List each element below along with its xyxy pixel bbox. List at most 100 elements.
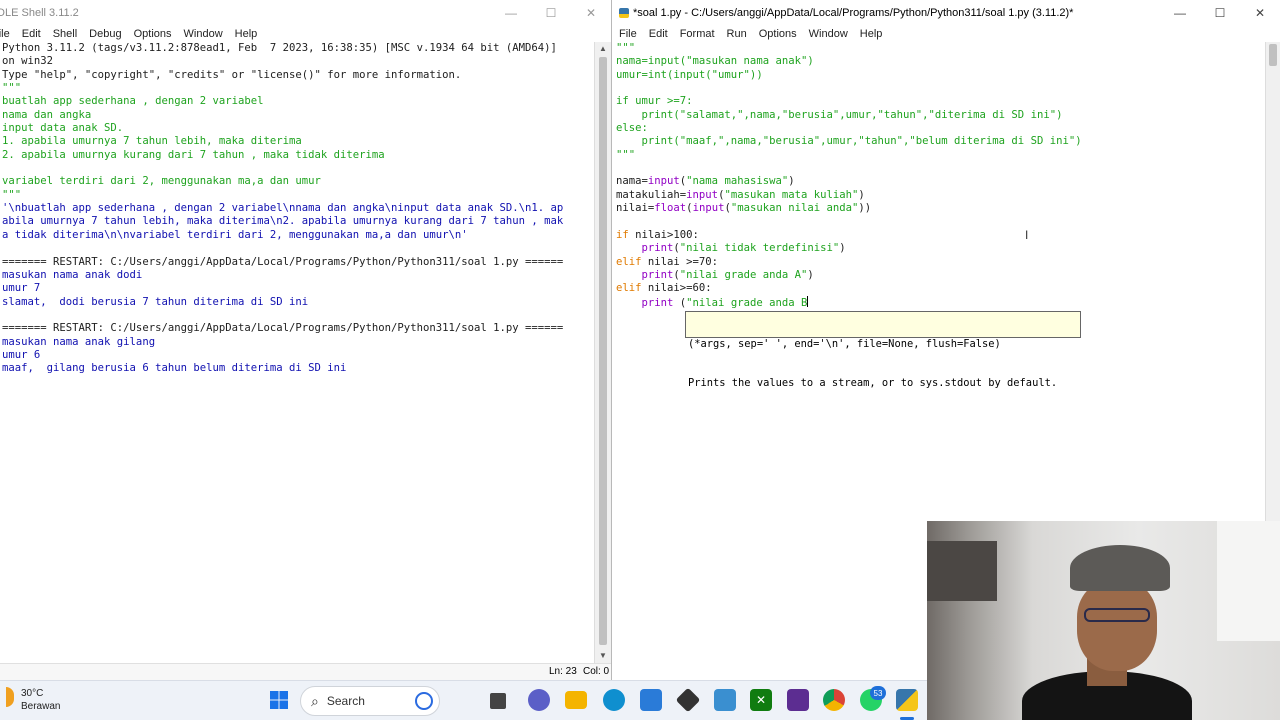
shell-title-bar[interactable]: IDLE Shell 3.11.2 — ☐ ✕ (0, 0, 611, 25)
shell-line: ======= RESTART: C:/Users/anggi/AppData/… (2, 255, 564, 268)
python-idle-icon[interactable] (896, 689, 918, 711)
code-line: """ (616, 42, 1082, 55)
code-token: nama= (616, 175, 648, 188)
windows-start-icon[interactable] (268, 689, 290, 711)
xbox-icon[interactable]: ✕ (750, 689, 772, 711)
weather-description: Berawan (21, 701, 61, 712)
shell-scrollbar[interactable]: ▲ ▼ (594, 42, 611, 663)
taskbar: 30°C Berawan ⌕ Search ✕ 53 (0, 680, 927, 720)
maximize-icon[interactable]: ☐ (1200, 0, 1240, 25)
code-token: "nama mahasiswa" (686, 175, 789, 188)
shell-menu-help[interactable]: Help (229, 28, 264, 40)
visual-studio-icon[interactable] (787, 689, 809, 711)
file-explorer-icon[interactable] (565, 691, 587, 709)
edge-browser-icon[interactable] (603, 689, 625, 711)
shell-line: abila umurnya 7 tahun lebih, maka diteri… (2, 215, 564, 228)
shell-output-area[interactable]: Python 3.11.2 (tags/v3.11.2:878ead1, Feb… (2, 42, 563, 376)
code-line: if nilai>100: (616, 229, 1082, 242)
shell-line: Type "help", "copyright", "credits" or "… (2, 68, 462, 81)
code-token: "nilai tidak terdefinisi" (679, 242, 840, 255)
shell-line: 1. apabila umurnya 7 tahun lebih, maka d… (2, 135, 302, 148)
shell-line: input data anak SD. (2, 122, 124, 135)
code-line: elif nilai >=70: (616, 256, 1082, 269)
editor-window-title: *soal 1.py - C:/Users/anggi/AppData/Loca… (633, 6, 1074, 19)
search-placeholder: Search (326, 694, 365, 708)
editor-menu-format[interactable]: Format (674, 28, 721, 40)
shell-menu-file[interactable]: File (0, 28, 16, 40)
code-token: elif (616, 255, 642, 268)
window-background (1217, 521, 1280, 641)
minimize-icon[interactable]: — (491, 0, 531, 25)
weather-icon (6, 687, 14, 707)
editor-title-bar[interactable]: *soal 1.py - C:/Users/anggi/AppData/Loca… (613, 0, 1280, 25)
shell-menu-edit[interactable]: Edit (16, 28, 47, 40)
scroll-up-icon[interactable]: ▲ (595, 42, 611, 56)
code-token: print("salamat,",nama,"berusia",umur,"ta… (616, 108, 1063, 121)
weather-temperature: 30°C (21, 688, 44, 699)
code-token: print("maaf,",nama,"berusia",umur,"tahun… (616, 135, 1082, 148)
idle-shell-window[interactable]: IDLE Shell 3.11.2 — ☐ ✕ FileEditShellDeb… (0, 0, 612, 680)
shell-line: masukan nama anak dodi (2, 268, 143, 281)
close-icon[interactable]: ✕ (571, 0, 611, 25)
code-token: "nilai grade anda A" (679, 268, 808, 281)
shell-line: slamat, dodi berusia 7 tahun diterima di… (2, 295, 309, 308)
editor-menu-run[interactable]: Run (721, 28, 753, 40)
photos-icon[interactable] (714, 689, 736, 711)
code-line: elif nilai>=60: (616, 282, 1082, 295)
calltip-doc: Prints the values to a stream, or to sys… (688, 377, 1058, 389)
minimize-icon[interactable]: — (1160, 0, 1200, 25)
editor-menu-options[interactable]: Options (753, 28, 803, 40)
shell-line: ======= RESTART: C:/Users/anggi/AppData/… (2, 322, 564, 335)
bing-chat-icon[interactable] (415, 692, 433, 710)
close-icon[interactable]: ✕ (1240, 0, 1280, 25)
scroll-down-icon[interactable]: ▼ (595, 649, 611, 663)
code-token: print (641, 296, 674, 309)
code-line: print("nilai tidak terdefinisi") (616, 242, 1082, 255)
maximize-icon[interactable]: ☐ (531, 0, 571, 25)
person-cap (1070, 545, 1170, 591)
python-file-icon (619, 7, 629, 18)
code-token: ) (788, 175, 795, 188)
code-token: """ (616, 42, 636, 54)
editor-menu-window[interactable]: Window (803, 28, 854, 40)
editor-code-area[interactable]: """ nama=input("masukan nama anak") umur=i… (616, 42, 1082, 309)
code-line: if umur >=7: (616, 95, 1082, 108)
cube-app-icon[interactable] (675, 687, 701, 713)
code-token: nilai>100: (628, 228, 699, 241)
person-glasses (1084, 608, 1150, 622)
shell-menu-debug[interactable]: Debug (83, 28, 127, 40)
teams-chat-icon[interactable] (528, 689, 550, 711)
code-token: "masukan mata kuliah" (724, 188, 859, 201)
scrollbar-thumb[interactable] (599, 57, 607, 645)
editor-scrollbar[interactable] (1265, 42, 1280, 522)
taskbar-search-input[interactable]: ⌕ Search (300, 686, 440, 716)
code-token: print (641, 242, 674, 255)
chrome-icon[interactable] (823, 689, 845, 711)
shell-menu-options[interactable]: Options (128, 28, 178, 40)
shell-menu-window[interactable]: Window (178, 28, 229, 40)
shell-menu-shell[interactable]: Shell (47, 28, 83, 40)
editor-menu-file[interactable]: File (613, 28, 643, 40)
scrollbar-thumb[interactable] (1269, 44, 1277, 66)
code-token: ) (807, 268, 814, 281)
microsoft-store-icon[interactable] (640, 689, 662, 711)
editor-menu-edit[interactable]: Edit (643, 28, 674, 40)
code-token: input (647, 175, 680, 188)
code-line: print("maaf,",nama,"berusia",umur,"tahun… (616, 135, 1082, 148)
editor-menu-bar: File Edit Format Run Options Window Help (613, 25, 1280, 42)
calltip-tooltip: (*args, sep=' ', end='\n', file=None, fl… (685, 311, 1081, 389)
shell-line: variabel terdiri dari 2, menggunakan ma,… (2, 175, 321, 188)
code-line: """ (616, 149, 1082, 162)
shell-line: """ (2, 188, 22, 201)
shell-line: '\nbuatlah app sederhana , dengan 2 vari… (2, 202, 564, 215)
weather-widget[interactable]: 30°C Berawan (6, 687, 60, 713)
editor-menu-help[interactable]: Help (854, 28, 889, 40)
shell-status-bar: Ln: 23 Col: 0 (0, 663, 611, 680)
code-line: nama=input("masukan nama anak") (616, 55, 1082, 68)
shell-line: a tidak diterima\n\nvariabel terdiri dar… (2, 228, 468, 241)
code-token: nilai >=70: (641, 255, 719, 268)
task-view-icon[interactable] (490, 693, 506, 709)
